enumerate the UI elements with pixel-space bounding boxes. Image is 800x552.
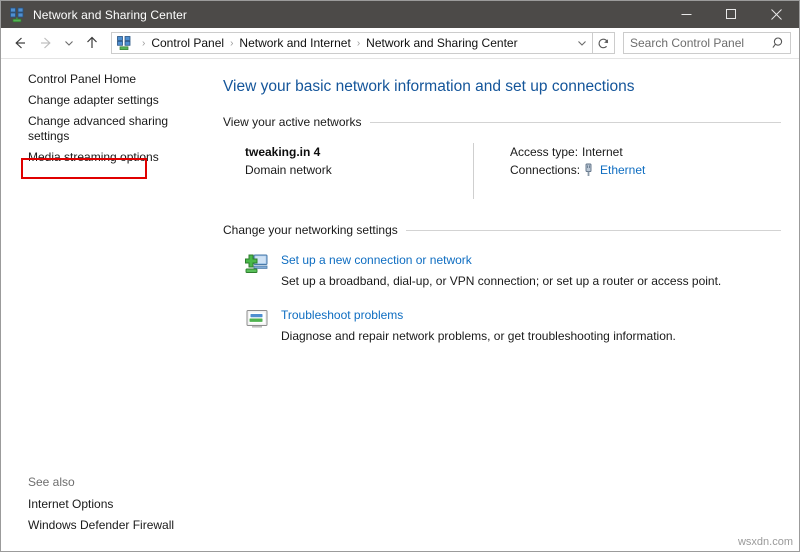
navigation-toolbar: › Control Panel › Network and Internet ›… — [1, 28, 799, 59]
ethernet-plug-icon — [582, 163, 595, 177]
active-network-item[interactable]: tweaking.in 4 Domain network — [223, 143, 473, 199]
network-name: tweaking.in 4 — [245, 145, 321, 159]
setup-new-connection-text: Set up a new connection or network Set u… — [281, 251, 721, 290]
connections-row: Connections: Ethernet — [510, 161, 645, 179]
window-title: Network and Sharing Center — [33, 7, 188, 22]
minimize-button[interactable] — [664, 1, 709, 28]
maximize-button[interactable] — [709, 1, 754, 28]
troubleshoot-problems-link[interactable]: Troubleshoot problems — [281, 308, 403, 322]
networking-settings-heading: Change your networking settings — [223, 223, 781, 237]
watermark: wsxdn.com — [737, 536, 793, 548]
breadcrumb-separator: › — [230, 37, 234, 49]
sidebar-item-control-panel-home[interactable]: Control Panel Home — [1, 69, 136, 90]
content-area: Control Panel Home Change adapter settin… — [1, 59, 799, 551]
network-sharing-icon — [9, 7, 25, 23]
access-type-value: Internet — [582, 145, 623, 159]
network-sharing-icon — [116, 35, 132, 51]
ethernet-connection-link[interactable]: Ethernet — [600, 161, 645, 179]
setup-new-connection-description: Set up a broadband, dial-up, or VPN conn… — [281, 274, 722, 288]
sidebar-item-change-advanced-sharing-settings[interactable]: Change advanced sharing settings — [1, 111, 199, 147]
section-divider — [369, 121, 781, 123]
setup-new-connection-item[interactable]: Set up a new connection or network Set u… — [223, 251, 781, 290]
network-and-sharing-center-window: Network and Sharing Center › Control Pan… — [0, 0, 800, 552]
see-also-section: See also Internet Options Windows Defend… — [1, 472, 193, 536]
troubleshoot-problems-text: Troubleshoot problems Diagnose and repai… — [281, 306, 676, 345]
recent-locations-button[interactable] — [59, 30, 79, 56]
sidebar-item-media-streaming-options[interactable]: Media streaming options — [1, 147, 159, 168]
sidebar-item-change-adapter-settings[interactable]: Change adapter settings — [1, 90, 159, 111]
breadcrumb-item-network-and-internet[interactable]: Network and Internet — [239, 36, 350, 50]
breadcrumb: › Control Panel › Network and Internet ›… — [136, 36, 571, 50]
breadcrumb-item-control-panel[interactable]: Control Panel — [151, 36, 224, 50]
address-bar[interactable]: › Control Panel › Network and Internet ›… — [111, 32, 593, 54]
forward-button[interactable] — [33, 30, 59, 56]
networking-settings-label: Change your networking settings — [223, 223, 398, 237]
page-title: View your basic network information and … — [223, 78, 635, 95]
close-button[interactable] — [754, 1, 799, 28]
refresh-button[interactable] — [593, 32, 615, 54]
active-networks-list: tweaking.in 4 Domain network Access type… — [223, 143, 781, 199]
section-divider — [405, 229, 781, 231]
access-type-row: Access type: Internet — [510, 143, 645, 161]
search-icon[interactable] — [768, 36, 790, 50]
search-box[interactable] — [623, 32, 791, 54]
new-connection-icon — [245, 252, 269, 276]
window-controls — [664, 1, 799, 28]
connections-label: Connections: — [510, 163, 581, 177]
breadcrumb-separator: › — [356, 37, 361, 49]
access-type-label: Access type: — [510, 145, 579, 159]
search-input[interactable] — [624, 35, 768, 51]
main-pane: View your basic network information and … — [193, 59, 799, 551]
sidebar: Control Panel Home Change adapter settin… — [1, 59, 193, 551]
troubleshoot-problems-description: Diagnose and repair network problems, or… — [281, 329, 676, 343]
sidebar-item-windows-defender-firewall[interactable]: Windows Defender Firewall — [1, 515, 174, 536]
breadcrumb-item-network-and-sharing-center[interactable]: Network and Sharing Center — [366, 36, 517, 50]
troubleshoot-problems-item[interactable]: Troubleshoot problems Diagnose and repai… — [223, 306, 781, 345]
sidebar-item-internet-options[interactable]: Internet Options — [1, 494, 113, 515]
active-networks-label: View your active networks — [223, 115, 362, 129]
back-button[interactable] — [7, 30, 33, 56]
network-type: Domain network — [245, 163, 332, 177]
title-bar[interactable]: Network and Sharing Center — [1, 1, 799, 28]
active-networks-heading: View your active networks — [223, 115, 781, 129]
see-also-title: See also — [28, 475, 75, 489]
setup-new-connection-link[interactable]: Set up a new connection or network — [281, 253, 472, 267]
up-button[interactable] — [79, 30, 105, 56]
troubleshoot-icon — [245, 307, 269, 331]
chevron-down-icon[interactable] — [571, 33, 592, 53]
breadcrumb-separator: › — [142, 37, 146, 49]
network-details: Access type: Internet Connections: Ether… — [474, 143, 645, 199]
